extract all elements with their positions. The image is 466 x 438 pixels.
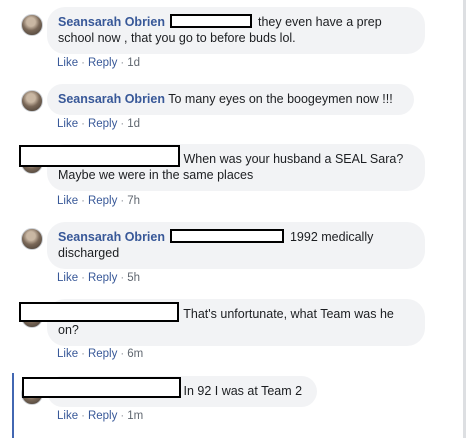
- like-button[interactable]: Like: [57, 57, 78, 69]
- comment-time[interactable]: 1m: [127, 410, 143, 422]
- comment-actions: Like · Reply · 5h: [57, 272, 140, 284]
- redacted-name: [170, 14, 253, 28]
- like-button[interactable]: Like: [57, 272, 78, 284]
- redacted-name: [19, 302, 179, 322]
- avatar[interactable]: [21, 228, 43, 250]
- comment-bubble: Seansarah Obrien To many eyes on the boo…: [47, 84, 414, 115]
- comment-author[interactable]: Seansarah Obrien: [58, 230, 165, 244]
- comment-text: To many eyes on the boogeymen now !!!: [168, 92, 393, 106]
- comment-author[interactable]: Seansarah Obrien: [58, 15, 165, 29]
- comment-actions: Like · Reply · 1d: [57, 57, 140, 69]
- comment-actions: Like · Reply · 7h: [57, 195, 140, 207]
- reply-highlight-bar: [12, 373, 14, 438]
- reply-button[interactable]: Reply: [88, 410, 117, 422]
- comment-time[interactable]: 1d: [127, 57, 140, 69]
- comment-bubble: Seansarah Obrien they even have a prep s…: [47, 7, 425, 54]
- redacted-name: [170, 229, 285, 243]
- reply-button[interactable]: Reply: [88, 57, 117, 69]
- avatar[interactable]: [21, 90, 43, 112]
- reply-button[interactable]: Reply: [88, 348, 117, 360]
- comment-actions: Like · Reply · 1d: [57, 118, 140, 130]
- comment-text: In 92 I was at Team 2: [183, 384, 303, 398]
- reply-button[interactable]: Reply: [88, 195, 117, 207]
- comment-bubble: Seansarah Obrien 1992 medically discharg…: [47, 222, 425, 269]
- redacted-name: [22, 377, 181, 398]
- like-button[interactable]: Like: [57, 195, 78, 207]
- reply-button[interactable]: Reply: [88, 118, 117, 130]
- comment-time[interactable]: 7h: [127, 195, 140, 207]
- comment-actions: Like · Reply · 6m: [57, 348, 144, 360]
- reply-button[interactable]: Reply: [88, 272, 117, 284]
- comment-actions: Like · Reply · 1m: [57, 410, 144, 422]
- like-button[interactable]: Like: [57, 410, 78, 422]
- comment-time[interactable]: 5h: [127, 272, 140, 284]
- like-button[interactable]: Like: [57, 118, 78, 130]
- redacted-name: [19, 145, 180, 167]
- like-button[interactable]: Like: [57, 348, 78, 360]
- avatar[interactable]: [21, 14, 43, 36]
- comment-time[interactable]: 6m: [127, 348, 143, 360]
- comment-time[interactable]: 1d: [127, 118, 140, 130]
- comment-author[interactable]: Seansarah Obrien: [58, 92, 165, 106]
